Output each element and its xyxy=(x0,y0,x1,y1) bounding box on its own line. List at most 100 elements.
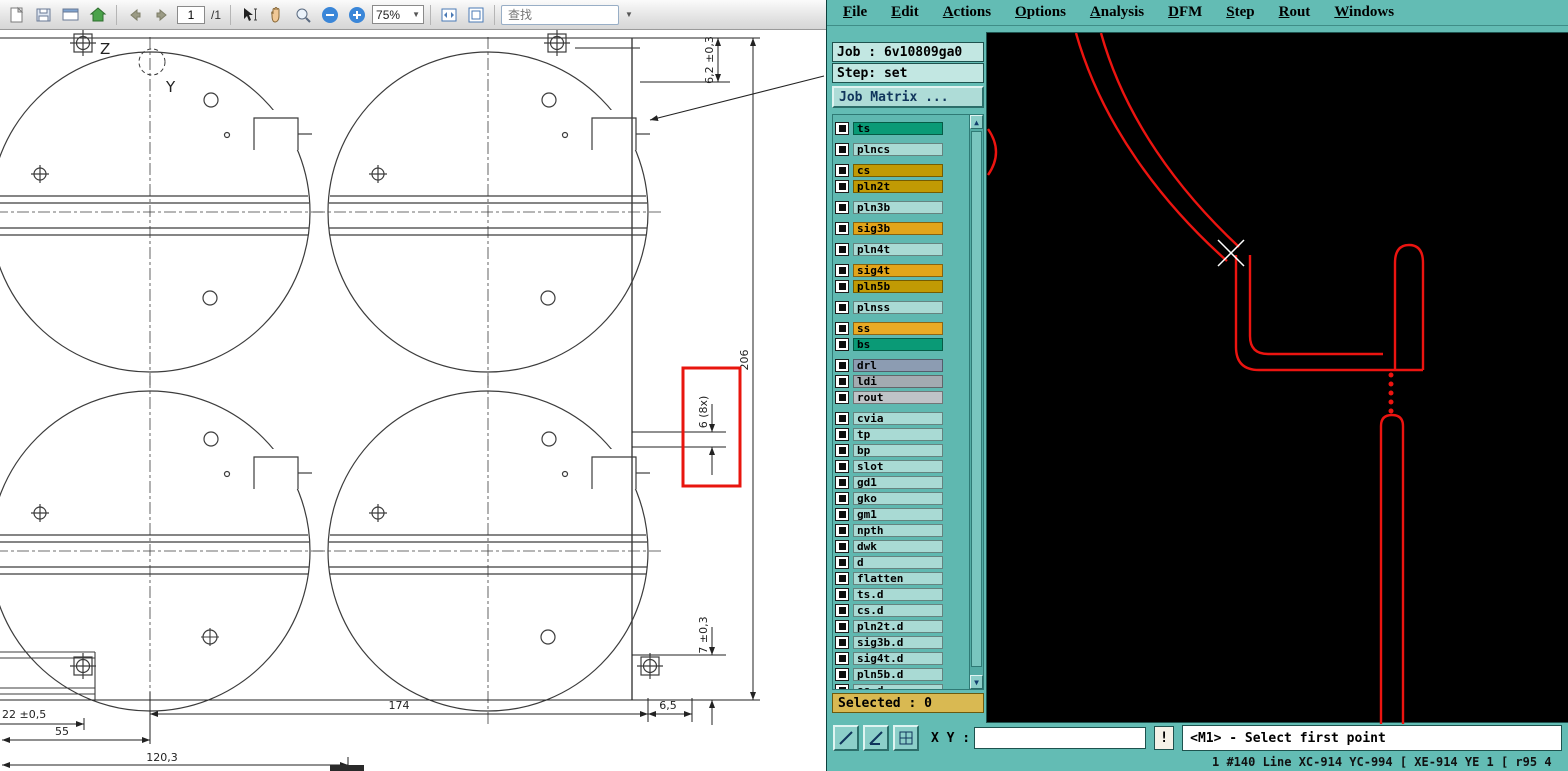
layer-checkbox[interactable] xyxy=(835,443,849,457)
menu-dfm[interactable]: DFM xyxy=(1168,4,1202,21)
layer-chip[interactable]: bp xyxy=(853,443,943,457)
layer-chip[interactable]: cs.d xyxy=(853,603,943,617)
layer-checkbox[interactable] xyxy=(835,667,849,681)
fit-width-icon[interactable] xyxy=(437,3,461,27)
menu-file[interactable]: File xyxy=(843,4,867,21)
layer-chip[interactable]: ss.d xyxy=(853,683,943,689)
menu-step[interactable]: Step xyxy=(1226,4,1254,21)
layer-checkbox[interactable] xyxy=(835,555,849,569)
pdf-page[interactable]: 6,2 ±0,3 206 6 (8x) 7 ±0,3 174 6,5 55 22… xyxy=(0,29,826,771)
search-input[interactable] xyxy=(501,4,620,25)
layer-chip[interactable]: pln5b.d xyxy=(853,667,943,681)
layer-chip[interactable]: rout xyxy=(853,390,943,404)
scroll-thumb[interactable] xyxy=(971,131,982,667)
layer-checkbox[interactable] xyxy=(835,587,849,601)
layer-checkbox[interactable] xyxy=(835,459,849,473)
menu-options[interactable]: Options xyxy=(1015,4,1066,21)
menu-edit[interactable]: Edit xyxy=(891,4,919,21)
menu-rout[interactable]: Rout xyxy=(1279,4,1311,21)
zoom-level-select[interactable]: 75% ▼ xyxy=(372,5,425,24)
layer-checkbox[interactable] xyxy=(835,475,849,489)
layer-chip[interactable]: npth xyxy=(853,523,943,537)
zoom-out-icon[interactable] xyxy=(318,3,342,27)
export-icon[interactable] xyxy=(59,3,83,27)
back-arrow-icon[interactable] xyxy=(123,3,147,27)
layer-scrollbar[interactable]: ▲ ▼ xyxy=(969,115,983,689)
document-icon[interactable] xyxy=(5,3,29,27)
layer-chip[interactable]: sig3b xyxy=(853,221,943,235)
layer-chip[interactable]: ldi xyxy=(853,374,943,388)
layer-checkbox[interactable] xyxy=(835,142,849,156)
layer-checkbox[interactable] xyxy=(835,603,849,617)
layer-chip[interactable]: d xyxy=(853,555,943,569)
zoom-in-icon[interactable] xyxy=(345,3,369,27)
layer-chip[interactable]: gko xyxy=(853,491,943,505)
layer-chip[interactable]: slot xyxy=(853,459,943,473)
forward-arrow-icon[interactable] xyxy=(150,3,174,27)
select-mode-button[interactable] xyxy=(833,725,859,751)
menu-windows[interactable]: Windows xyxy=(1334,4,1394,21)
layer-checkbox[interactable] xyxy=(835,179,849,193)
search-dropdown-icon[interactable]: ▼ xyxy=(622,5,636,25)
layer-chip[interactable]: cvia xyxy=(853,411,943,425)
layer-checkbox[interactable] xyxy=(835,221,849,235)
layer-checkbox[interactable] xyxy=(835,300,849,314)
layer-checkbox[interactable] xyxy=(835,411,849,425)
layer-checkbox[interactable] xyxy=(835,635,849,649)
layer-checkbox[interactable] xyxy=(835,321,849,335)
layer-checkbox[interactable] xyxy=(835,390,849,404)
layer-chip[interactable]: gm1 xyxy=(853,507,943,521)
layer-chip[interactable]: tp xyxy=(853,427,943,441)
layer-chip[interactable]: pln3b xyxy=(853,200,943,214)
layer-chip[interactable]: flatten xyxy=(853,571,943,585)
layer-chip[interactable]: gd1 xyxy=(853,475,943,489)
layer-chip[interactable]: sig3b.d xyxy=(853,635,943,649)
home-icon[interactable] xyxy=(86,3,110,27)
layer-checkbox[interactable] xyxy=(835,200,849,214)
save-icon[interactable] xyxy=(32,3,56,27)
layer-chip[interactable]: ts xyxy=(853,121,943,135)
layer-chip[interactable]: cs xyxy=(853,163,943,177)
layer-chip[interactable]: pln2t xyxy=(853,179,943,193)
page-number-input[interactable] xyxy=(177,5,205,24)
layer-checkbox[interactable] xyxy=(835,523,849,537)
layer-checkbox[interactable] xyxy=(835,358,849,372)
cam-canvas[interactable] xyxy=(987,32,1568,724)
layer-chip[interactable]: dwk xyxy=(853,539,943,553)
grid-snap-button[interactable] xyxy=(893,725,919,751)
layer-chip[interactable]: sig4t.d xyxy=(853,651,943,665)
select-tool-icon[interactable] xyxy=(237,3,261,27)
layer-checkbox[interactable] xyxy=(835,507,849,521)
menu-actions[interactable]: Actions xyxy=(943,4,991,21)
menu-analysis[interactable]: Analysis xyxy=(1090,4,1144,21)
layer-checkbox[interactable] xyxy=(835,491,849,505)
hand-tool-icon[interactable] xyxy=(264,3,288,27)
layer-chip[interactable]: ts.d xyxy=(853,587,943,601)
layer-chip[interactable]: sig4t xyxy=(853,263,943,277)
xy-input[interactable] xyxy=(974,727,1147,749)
layer-checkbox[interactable] xyxy=(835,337,849,351)
layer-checkbox[interactable] xyxy=(835,571,849,585)
layer-checkbox[interactable] xyxy=(835,374,849,388)
layer-checkbox[interactable] xyxy=(835,619,849,633)
layer-checkbox[interactable] xyxy=(835,427,849,441)
layer-chip[interactable]: ss xyxy=(853,321,943,335)
scroll-down-icon[interactable]: ▼ xyxy=(970,675,983,689)
alert-button[interactable]: ! xyxy=(1154,726,1175,750)
layer-checkbox[interactable] xyxy=(835,163,849,177)
zoom-tool-icon[interactable] xyxy=(291,3,315,27)
layer-checkbox[interactable] xyxy=(835,279,849,293)
layer-checkbox[interactable] xyxy=(835,121,849,135)
layer-chip[interactable]: pln2t.d xyxy=(853,619,943,633)
layer-chip[interactable]: pln5b xyxy=(853,279,943,293)
layer-checkbox[interactable] xyxy=(835,651,849,665)
scroll-up-icon[interactable]: ▲ xyxy=(970,115,983,129)
layer-chip[interactable]: drl xyxy=(853,358,943,372)
layer-checkbox[interactable] xyxy=(835,683,849,689)
angle-mode-button[interactable] xyxy=(863,725,889,751)
layer-chip[interactable]: plncs xyxy=(853,142,943,156)
job-matrix-button[interactable]: Job Matrix ... xyxy=(832,86,984,108)
layer-checkbox[interactable] xyxy=(835,539,849,553)
layer-chip[interactable]: pln4t xyxy=(853,242,943,256)
layer-chip[interactable]: plnss xyxy=(853,300,943,314)
